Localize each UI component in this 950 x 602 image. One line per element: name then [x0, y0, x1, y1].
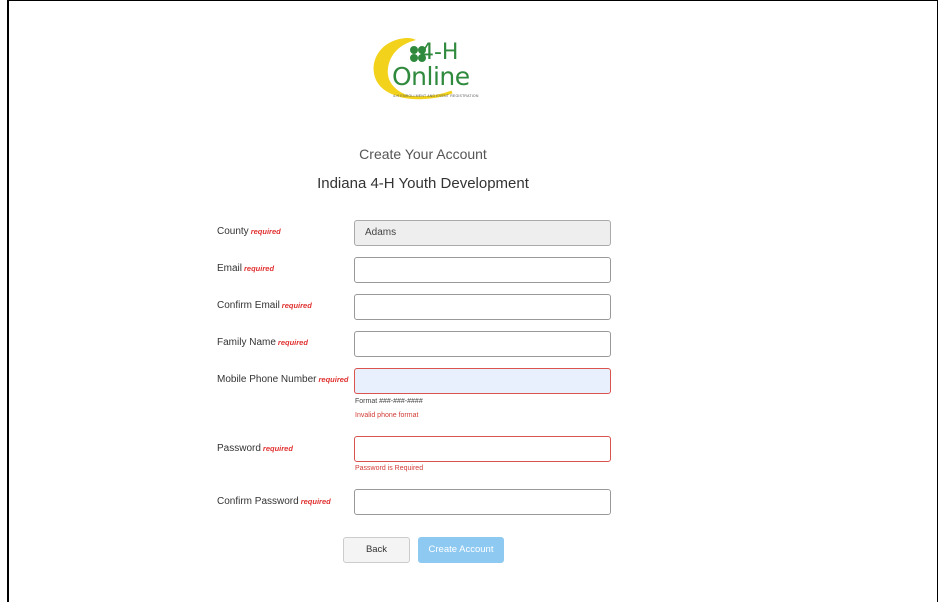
- confirm-email-label: Confirm Email required: [217, 300, 312, 311]
- password-field[interactable]: [354, 436, 611, 462]
- phone-error-message: Invalid phone format: [355, 412, 419, 419]
- family-name-field[interactable]: [354, 331, 611, 357]
- county-label: County required: [217, 226, 281, 237]
- required-marker: required: [244, 264, 275, 273]
- confirm-password-label: Confirm Password required: [217, 496, 331, 507]
- required-marker: required: [300, 497, 331, 506]
- create-account-button[interactable]: Create Account: [418, 537, 504, 563]
- password-error-message: Password is Required: [355, 465, 424, 472]
- required-marker: required: [281, 301, 312, 310]
- required-marker: required: [250, 227, 281, 236]
- email-field[interactable]: [354, 257, 611, 283]
- phone-format-hint: Format ###-###-####: [355, 398, 423, 405]
- county-field[interactable]: Adams: [354, 220, 611, 246]
- email-label: Email required: [217, 263, 275, 274]
- confirm-password-field[interactable]: [354, 489, 611, 515]
- page-subtitle: Indiana 4-H Youth Development: [317, 175, 529, 192]
- logo-tagline: 4-H ENROLLMENT AND EVENT REGISTRATION: [393, 94, 479, 98]
- password-label: Password required: [217, 443, 293, 454]
- confirm-email-field[interactable]: [354, 294, 611, 320]
- logo-online-text: Online: [392, 62, 470, 91]
- required-marker: required: [318, 375, 349, 384]
- family-name-label: Family Name required: [217, 337, 308, 348]
- page-title: Create Your Account: [359, 146, 487, 162]
- back-button[interactable]: Back: [343, 537, 410, 563]
- mobile-phone-field[interactable]: [354, 368, 611, 394]
- required-marker: required: [262, 444, 293, 453]
- mobile-phone-label: Mobile Phone Number required: [217, 374, 349, 385]
- required-marker: required: [277, 338, 308, 347]
